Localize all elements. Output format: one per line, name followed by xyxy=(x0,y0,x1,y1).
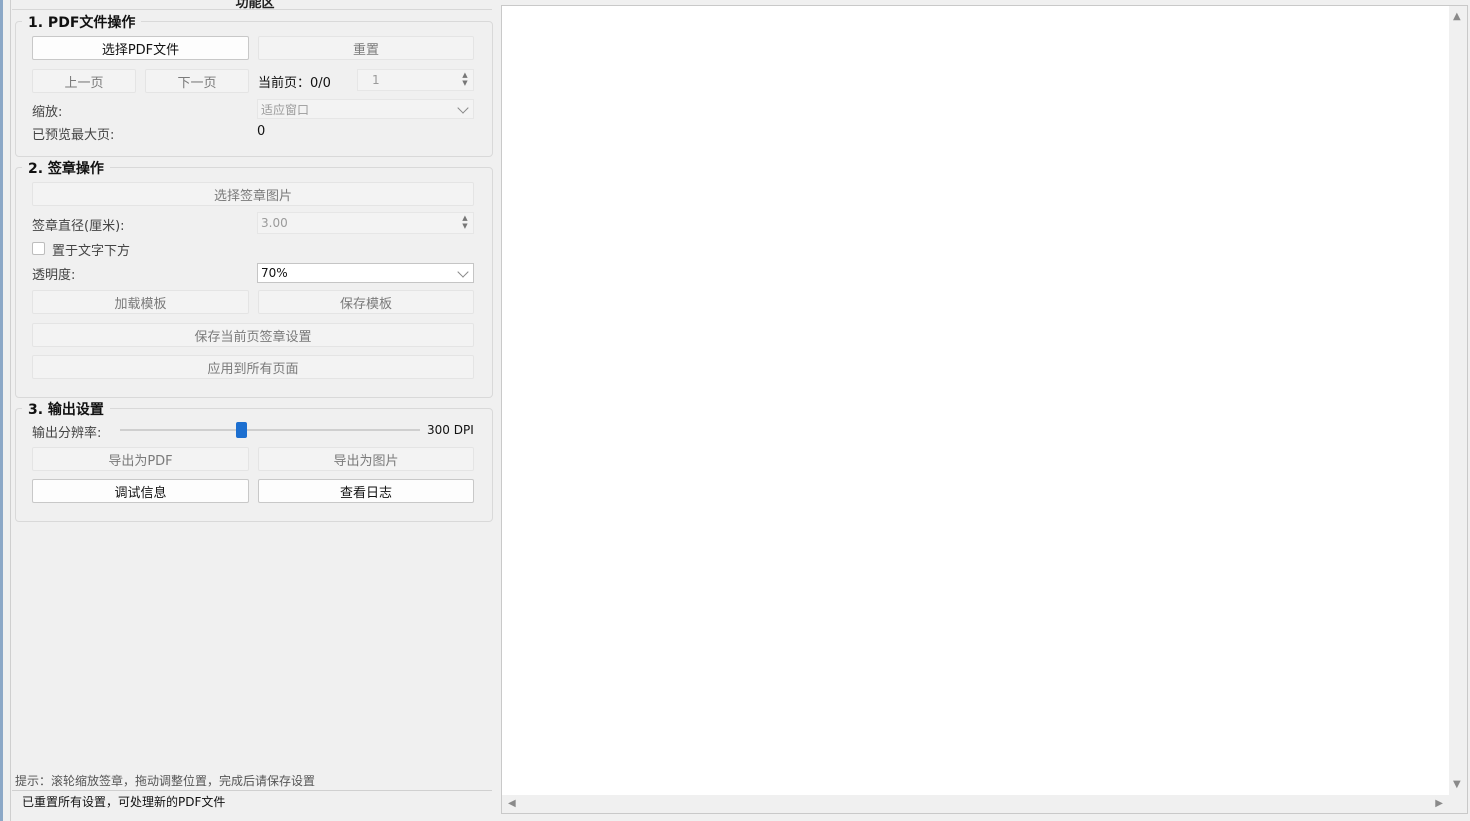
export-pdf-button[interactable]: 导出为PDF xyxy=(32,447,249,471)
pdf-preview-area[interactable]: ▲ ▼ ◀ ▶ xyxy=(501,5,1468,814)
prev-page-button[interactable]: 上一页 xyxy=(32,69,136,93)
hint-text: 提示：滚轮缩放签章，拖动调整位置，完成后请保存设置 xyxy=(15,774,316,788)
seal-diameter-value: 3.00 xyxy=(261,216,288,230)
scrollbar-corner xyxy=(1449,795,1467,813)
zoom-select[interactable]: 适应窗口 xyxy=(257,99,474,119)
opacity-select[interactable]: 70% xyxy=(257,263,474,283)
resolution-value: 300 DPI xyxy=(427,423,474,437)
page-spinbox-value: 1 xyxy=(372,73,380,87)
zoom-select-value: 适应窗口 xyxy=(261,102,310,117)
current-page-label: 当前页：0/0 xyxy=(258,76,331,91)
seal-diameter-spinbox[interactable]: 3.00 ▲ ▼ xyxy=(257,212,474,234)
chevron-down-icon xyxy=(457,266,469,278)
pdf-ops-title: 1. PDF文件操作 xyxy=(22,12,142,32)
resolution-label: 输出分辨率: xyxy=(32,426,102,441)
seal-diameter-label: 签章直径(厘米): xyxy=(32,219,125,234)
seal-ops-title: 2. 签章操作 xyxy=(22,158,110,178)
below-text-checkbox[interactable] xyxy=(32,242,45,255)
max-preview-label: 已预览最大页: xyxy=(32,128,115,143)
next-page-button[interactable]: 下一页 xyxy=(145,69,249,93)
reset-button[interactable]: 重置 xyxy=(258,36,474,60)
resolution-slider-track[interactable] xyxy=(120,429,420,431)
status-divider xyxy=(12,790,492,791)
zoom-label: 缩放: xyxy=(32,105,63,120)
window-left-edge xyxy=(0,0,3,821)
load-template-button[interactable]: 加载模板 xyxy=(32,290,249,314)
apply-all-pages-button[interactable]: 应用到所有页面 xyxy=(32,355,474,379)
below-text-label: 置于文字下方 xyxy=(52,244,131,259)
chevron-down-icon xyxy=(457,102,469,114)
scroll-down-icon[interactable]: ▼ xyxy=(1453,780,1461,790)
output-title: 3. 输出设置 xyxy=(22,399,110,419)
page-spinbox[interactable]: 1 ▲ ▼ xyxy=(357,69,474,91)
export-image-button[interactable]: 导出为图片 xyxy=(258,447,474,471)
resolution-slider-handle[interactable] xyxy=(235,422,247,438)
scroll-right-icon[interactable]: ▶ xyxy=(1435,799,1443,809)
save-current-page-seal-button[interactable]: 保存当前页签章设置 xyxy=(32,323,474,347)
select-pdf-button[interactable]: 选择PDF文件 xyxy=(32,36,249,60)
max-preview-value: 0 xyxy=(257,124,266,139)
save-template-button[interactable]: 保存模板 xyxy=(258,290,474,314)
select-seal-image-button[interactable]: 选择签章图片 xyxy=(32,182,474,206)
spin-arrows-icon[interactable]: ▲ ▼ xyxy=(461,214,469,230)
left-divider xyxy=(10,0,11,821)
view-log-button[interactable]: 查看日志 xyxy=(258,479,474,503)
panel-top-divider xyxy=(12,9,492,10)
opacity-select-value: 70% xyxy=(261,266,288,280)
horizontal-scrollbar[interactable]: ◀ ▶ xyxy=(502,795,1449,813)
scroll-left-icon[interactable]: ◀ xyxy=(508,799,516,809)
vertical-scrollbar[interactable]: ▲ ▼ xyxy=(1449,6,1467,796)
status-bar-text: 已重置所有设置，可处理新的PDF文件 xyxy=(22,795,226,809)
debug-info-button[interactable]: 调试信息 xyxy=(32,479,249,503)
scroll-up-icon[interactable]: ▲ xyxy=(1453,12,1461,22)
spin-arrows-icon[interactable]: ▲ ▼ xyxy=(461,71,469,87)
opacity-label: 透明度: xyxy=(32,268,76,283)
